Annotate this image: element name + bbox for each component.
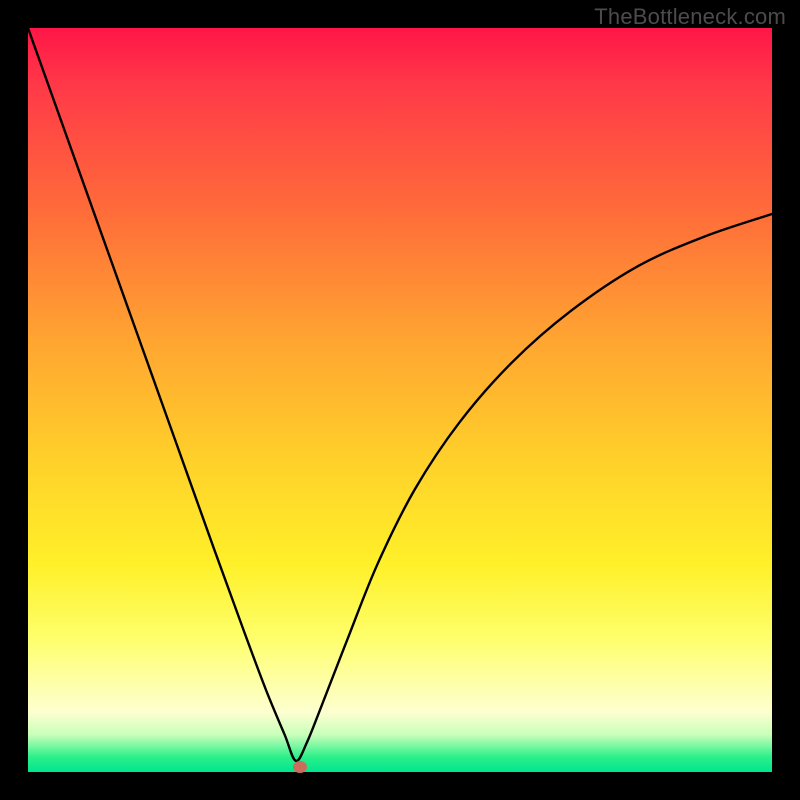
chart-frame: TheBottleneck.com bbox=[0, 0, 800, 800]
plot-area bbox=[28, 28, 772, 772]
watermark-text: TheBottleneck.com bbox=[594, 4, 786, 30]
bottleneck-curve bbox=[28, 28, 772, 772]
minimum-marker-dot bbox=[293, 761, 307, 773]
